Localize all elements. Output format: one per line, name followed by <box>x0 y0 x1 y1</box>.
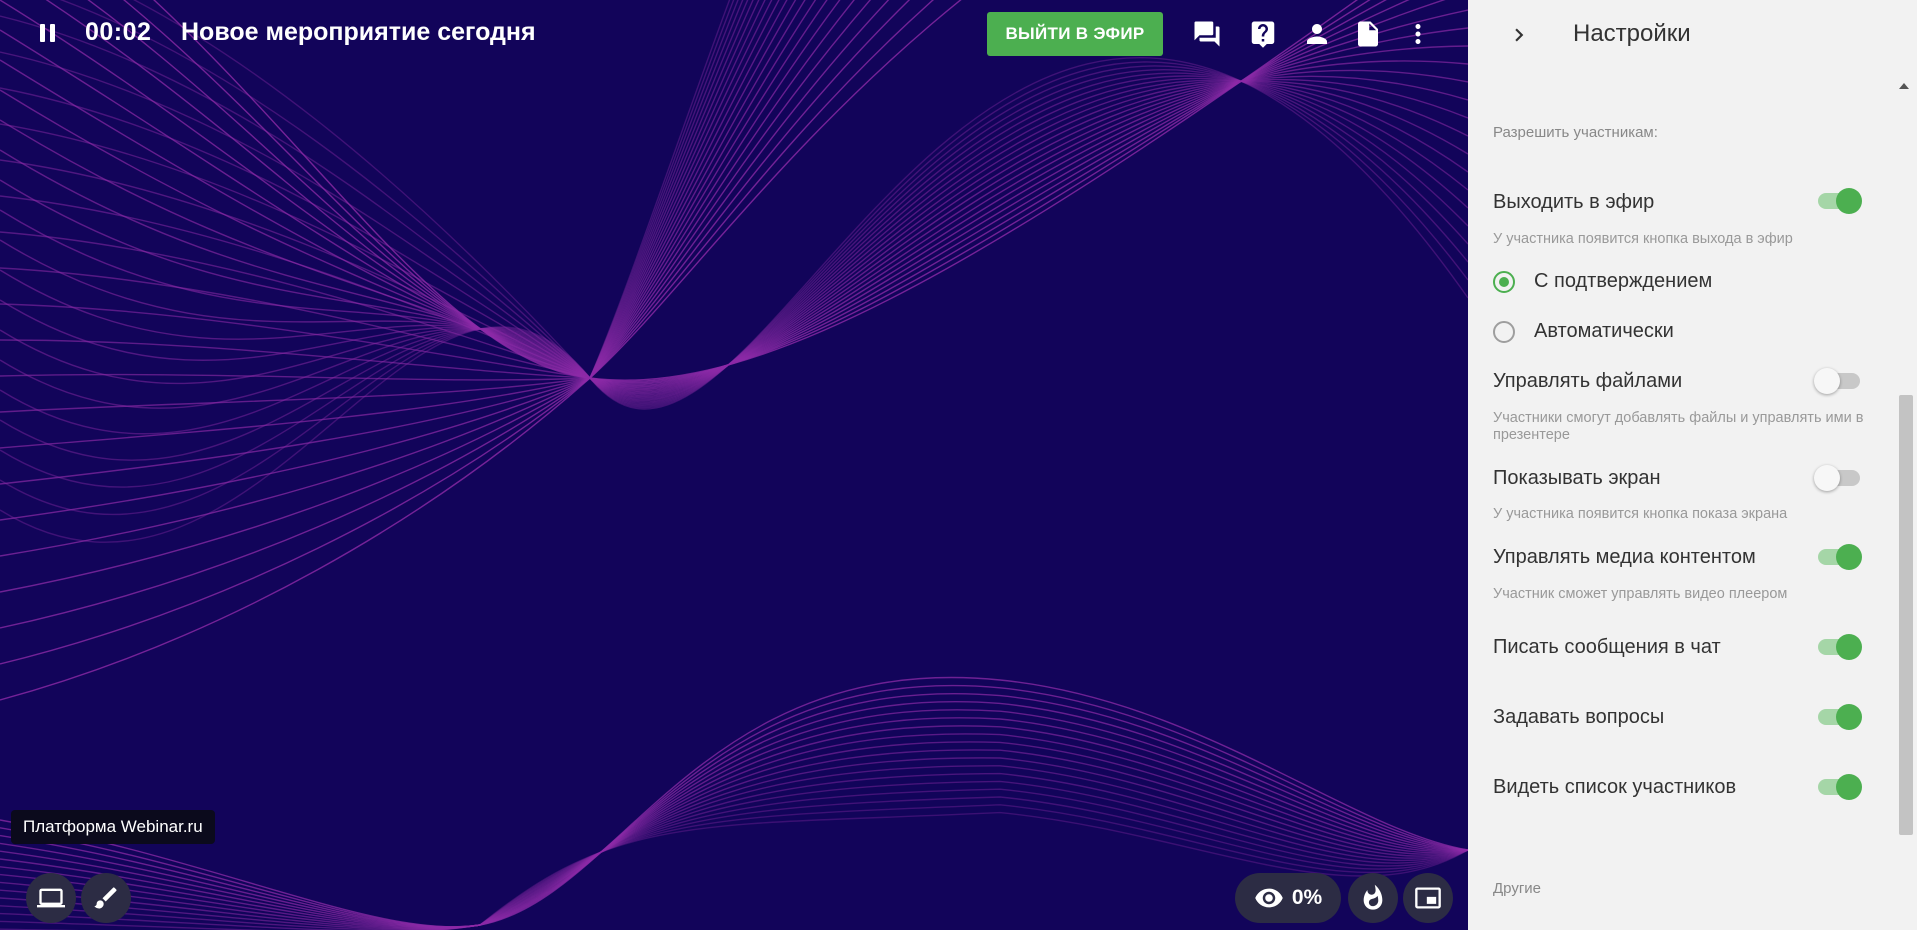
settings-header: Настройки <box>1468 0 1917 70</box>
wave-background <box>0 0 1468 930</box>
chat-icon[interactable] <box>1191 18 1223 50</box>
radio-with-confirmation[interactable] <box>1493 271 1515 293</box>
wave-line <box>0 61 1468 516</box>
other-section-label: Другие <box>1493 880 1542 897</box>
wave-line <box>0 69 1468 393</box>
share-screen-toggle[interactable] <box>1814 465 1860 491</box>
pip-icon <box>1415 887 1441 909</box>
pause-icon-bar <box>49 24 55 42</box>
brush-icon <box>94 887 117 909</box>
screen-share-button[interactable] <box>26 873 76 923</box>
views-counter[interactable]: 0% <box>1235 873 1341 923</box>
share-screen-label: Показывать экран <box>1493 467 1661 489</box>
wave-line <box>0 75 1468 395</box>
activity-button[interactable] <box>1348 873 1398 923</box>
eye-icon <box>1255 888 1283 908</box>
write-chat-label: Писать сообщения в чат <box>1493 636 1721 658</box>
write-chat-toggle[interactable] <box>1818 634 1862 660</box>
radio-with-confirmation-label: С подтверждением <box>1534 270 1713 292</box>
more-vert-icon[interactable] <box>1402 18 1434 50</box>
manage-media-desc: Участник сможет управлять видео плеером <box>1493 586 1788 602</box>
document-icon[interactable] <box>1352 18 1384 50</box>
go-live-button[interactable]: ВЫЙТИ В ЭФИР <box>987 12 1163 56</box>
see-participants-toggle[interactable] <box>1818 774 1862 800</box>
see-participants-label: Видеть список участников <box>1493 776 1737 798</box>
event-timer: 00:02 <box>85 18 152 46</box>
settings-title: Настройки <box>1573 20 1691 47</box>
chevron-right-icon <box>1515 28 1524 42</box>
wave-line <box>0 0 890 593</box>
wave-line <box>0 0 855 521</box>
views-percent: 0% <box>1291 886 1323 909</box>
go-live-setting-label: Выходить в эфир <box>1493 191 1655 213</box>
wave-line <box>0 0 872 557</box>
go-live-setting-desc: У участника появится кнопка выхода в эфи… <box>1493 231 1793 247</box>
manage-files-desc: Участники смогут добавлять файлы и управ… <box>1493 410 1864 443</box>
settings-panel: Настройки Разрешить участникам: Выходить… <box>1468 0 1917 930</box>
allow-section-label: Разрешить участникам: <box>1493 124 1658 141</box>
ask-questions-label: Задавать вопросы <box>1493 706 1665 728</box>
manage-media-label: Управлять медиа контентом <box>1493 546 1756 568</box>
wave-line <box>0 57 1468 543</box>
event-title: Новое мероприятие сегодня <box>181 18 536 46</box>
manage-files-label: Управлять файлами <box>1493 370 1683 392</box>
background-brush-button[interactable] <box>81 873 131 923</box>
picture-in-picture-button[interactable] <box>1403 873 1453 923</box>
radio-automatic[interactable] <box>1493 321 1515 343</box>
go-live-toggle[interactable] <box>1818 188 1862 214</box>
monitor-icon <box>37 888 65 908</box>
platform-tag: Платформа Webinar.ru <box>11 810 215 844</box>
person-icon[interactable] <box>1301 18 1333 50</box>
wave-line <box>0 72 1468 435</box>
question-icon[interactable] <box>1247 18 1279 50</box>
wave-line <box>0 75 1468 409</box>
scroll-up-arrow[interactable] <box>1899 83 1909 89</box>
ask-questions-toggle[interactable] <box>1818 704 1862 730</box>
radio-automatic-label: Автоматически <box>1534 320 1674 342</box>
collapse-panel-button[interactable] <box>1504 20 1534 50</box>
manage-media-toggle[interactable] <box>1818 544 1862 570</box>
top-bar: 00:02 Новое мероприятие сегодня ВЫЙТИ В … <box>0 0 1468 68</box>
wave-line <box>0 0 962 701</box>
presentation-stage: 00:02 Новое мероприятие сегодня ВЫЙТИ В … <box>0 0 1468 930</box>
scrollbar-thumb[interactable] <box>1899 395 1913 835</box>
wave-line <box>0 45 1468 391</box>
wave-line <box>0 0 935 665</box>
pause-icon-bar <box>39 24 45 42</box>
share-screen-desc: У участника появится кнопка показа экран… <box>1493 506 1788 522</box>
manage-files-toggle[interactable] <box>1814 368 1860 394</box>
pause-button[interactable] <box>36 22 58 44</box>
flame-icon <box>1363 884 1383 910</box>
